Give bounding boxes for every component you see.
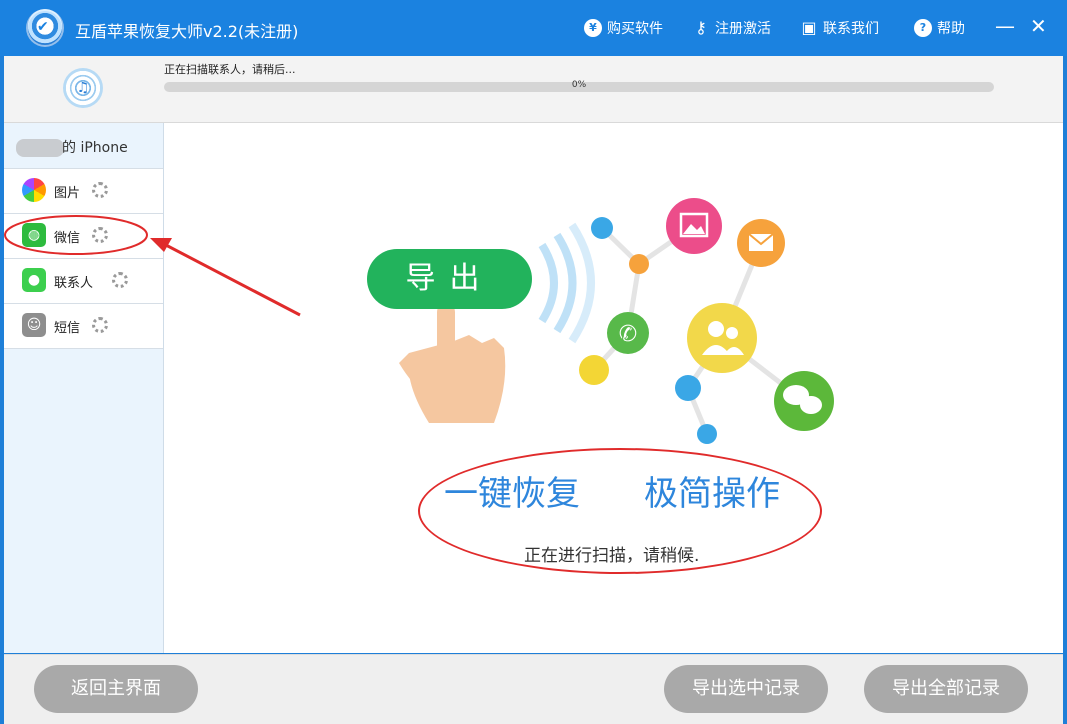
signal-wave xyxy=(553,232,577,334)
main-panel: ✆ 导出 一键恢复 极简操作 正在进行扫描，请稍候. xyxy=(164,123,1063,653)
annotation-ellipse xyxy=(418,448,822,574)
contacts-bubble-icon xyxy=(687,303,757,373)
export-all-button[interactable]: 导出全部记录 xyxy=(864,665,1028,713)
loading-spinner-icon xyxy=(92,227,108,243)
progress-percent: 0% xyxy=(571,80,587,90)
device-item[interactable]: 的 iPhone xyxy=(4,123,163,169)
sidebar-item-label: 微信 xyxy=(54,231,81,246)
signal-wave xyxy=(538,242,558,324)
window-title: 互盾苹果恢复大师v2.2(未注册) xyxy=(75,22,299,41)
export-graphic-label: 导出 xyxy=(367,249,532,309)
messages-icon: ● xyxy=(22,268,46,292)
svg-text:✆: ✆ xyxy=(619,322,637,347)
contact-us-label: 联系我们 xyxy=(823,21,879,37)
device-name-redacted xyxy=(16,139,64,157)
sidebar-item-contacts[interactable]: ● 联系人 xyxy=(4,259,163,304)
buy-software-label: 购买软件 xyxy=(607,21,663,37)
loading-spinner-icon xyxy=(92,317,108,333)
back-to-home-button[interactable]: 返回主界面 xyxy=(34,665,198,713)
music-disc-icon: ♫ xyxy=(63,68,103,108)
wechat-icon: ◍ xyxy=(22,223,46,247)
network-dot xyxy=(591,217,613,239)
footer-bar: 返回主界面 导出选中记录 导出全部记录 xyxy=(4,654,1063,724)
device-label: 的 iPhone xyxy=(62,140,128,156)
loading-spinner-icon xyxy=(112,272,128,288)
sidebar-item-photos[interactable]: 图片 xyxy=(4,169,163,214)
chat-icon: ▣ xyxy=(801,18,817,37)
sidebar-item-label: 图片 xyxy=(54,186,81,201)
minimize-button[interactable]: — xyxy=(995,14,1015,38)
photos-icon xyxy=(22,178,46,202)
contact-us-link[interactable]: ▣ 联系我们 xyxy=(800,18,879,38)
sidebar: 的 iPhone 图片 ◍ 微信 ● 联系人 ☺ 短信 xyxy=(4,123,164,653)
close-button[interactable]: ✕ xyxy=(1030,14,1047,38)
sidebar-item-sms[interactable]: ☺ 短信 xyxy=(4,304,163,349)
scan-progress-panel: ♫ 正在扫描联系人，请稍后... 0% xyxy=(4,56,1063,123)
app-logo-icon: ✔ xyxy=(26,9,64,47)
yen-icon: ¥ xyxy=(584,19,602,37)
scan-progress-bar: 0% xyxy=(164,80,994,92)
pointing-hand-icon xyxy=(399,303,506,423)
key-icon: ⚷ xyxy=(695,18,707,37)
help-icon: ? xyxy=(914,19,932,37)
sidebar-item-wechat[interactable]: ◍ 微信 xyxy=(4,214,163,259)
export-selected-button[interactable]: 导出选中记录 xyxy=(664,665,828,713)
network-dot xyxy=(675,375,701,401)
buy-software-link[interactable]: ¥ 购买软件 xyxy=(584,18,663,38)
help-link[interactable]: ? 帮助 xyxy=(914,18,965,38)
network-dot xyxy=(579,355,609,385)
network-dot xyxy=(629,254,649,274)
contacts-book-icon: ☺ xyxy=(22,313,46,337)
network-dot xyxy=(697,424,717,444)
photo-bubble-icon xyxy=(666,198,722,254)
scan-status-text: 正在扫描联系人，请稍后... xyxy=(164,63,296,76)
title-bar: ✔ 互盾苹果恢复大师v2.2(未注册) ¥ 购买软件 ⚷ 注册激活 ▣ 联系我们… xyxy=(0,0,1067,56)
register-activate-label: 注册激活 xyxy=(715,21,771,37)
help-label: 帮助 xyxy=(937,21,965,37)
register-activate-link[interactable]: ⚷ 注册激活 xyxy=(692,18,771,38)
loading-spinner-icon xyxy=(92,182,108,198)
sidebar-item-label: 联系人 xyxy=(54,276,94,291)
sidebar-item-label: 短信 xyxy=(54,321,81,336)
